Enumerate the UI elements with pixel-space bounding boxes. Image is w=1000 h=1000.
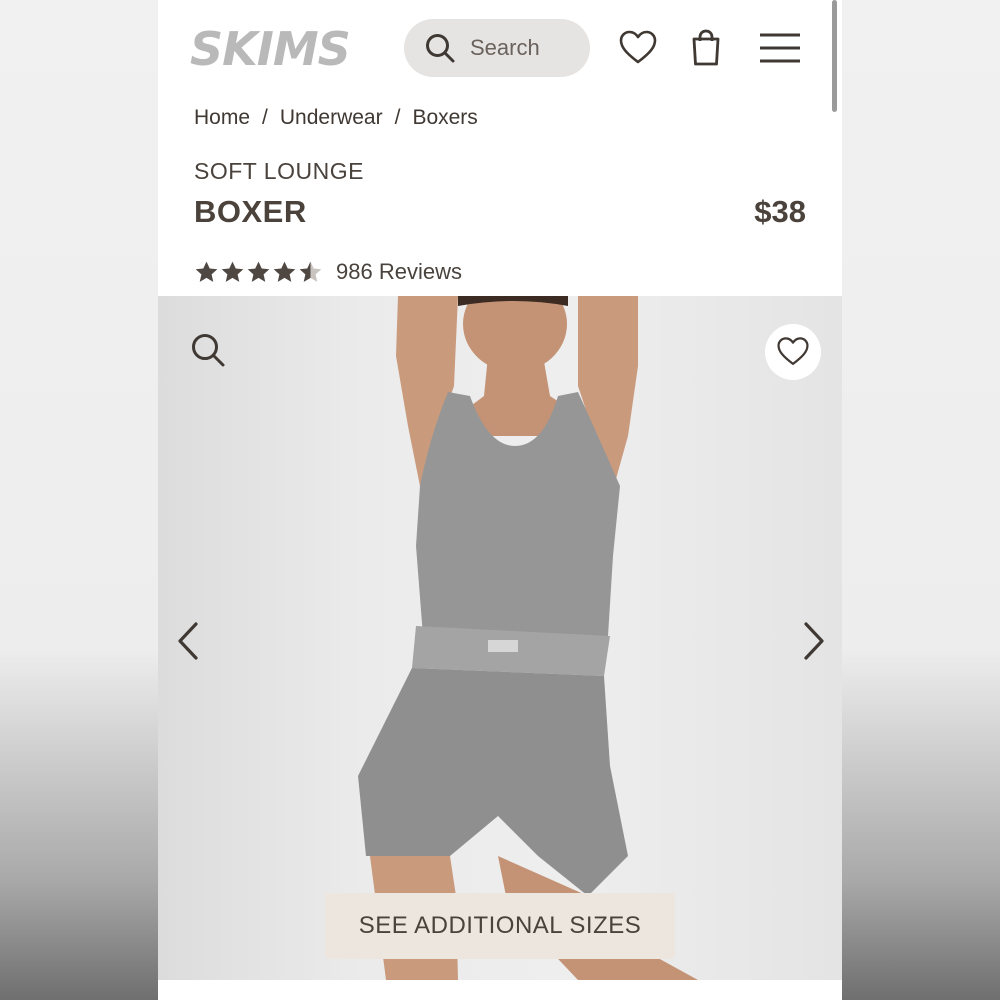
brand-wordmark: SKIMS bbox=[190, 22, 350, 72]
breadcrumb-home[interactable]: Home bbox=[194, 106, 250, 129]
add-to-wishlist-button[interactable] bbox=[765, 324, 821, 380]
breadcrumb-boxers[interactable]: Boxers bbox=[412, 106, 477, 129]
heart-icon bbox=[777, 337, 809, 366]
next-image-button[interactable] bbox=[796, 620, 830, 662]
product-price: $38 bbox=[754, 194, 806, 229]
previous-image-button[interactable] bbox=[172, 620, 206, 662]
breadcrumb-separator: / bbox=[394, 106, 401, 129]
star-icon bbox=[247, 261, 270, 282]
product-rating[interactable]: 986 Reviews bbox=[194, 259, 462, 285]
left-backdrop bbox=[0, 0, 160, 1000]
rating-stars bbox=[194, 260, 324, 285]
product-title: BOXER bbox=[194, 194, 307, 229]
breadcrumb-separator: / bbox=[262, 106, 268, 129]
cart-button[interactable] bbox=[686, 28, 726, 68]
half-star-icon bbox=[299, 261, 322, 282]
menu-button[interactable] bbox=[758, 28, 802, 68]
zoom-icon[interactable] bbox=[188, 330, 228, 370]
right-backdrop bbox=[842, 0, 1000, 1000]
breadcrumb: Home / Underwear / Boxers bbox=[194, 106, 478, 130]
product-image-carousel[interactable]: SEE ADDITIONAL SIZES bbox=[158, 296, 842, 980]
star-icon bbox=[221, 261, 244, 282]
star-icon bbox=[273, 261, 296, 282]
chevron-right-icon bbox=[804, 622, 824, 660]
search-bar[interactable]: Search bbox=[404, 19, 590, 77]
search-icon bbox=[426, 34, 455, 63]
menu-icon bbox=[760, 33, 800, 63]
shopping-bag-icon bbox=[692, 29, 720, 66]
phone-screen: SKIMS Search Home / Underwear / Boxers SO bbox=[158, 0, 842, 1000]
product-photo bbox=[358, 296, 698, 980]
chevron-left-icon bbox=[178, 622, 198, 660]
wishlist-button[interactable] bbox=[618, 28, 658, 68]
product-collection: SOFT LOUNGE bbox=[194, 158, 364, 184]
search-placeholder: Search bbox=[470, 35, 540, 60]
breadcrumb-underwear[interactable]: Underwear bbox=[280, 106, 383, 129]
heart-icon bbox=[619, 30, 657, 64]
review-count[interactable]: 986 Reviews bbox=[336, 259, 462, 285]
see-additional-sizes-button[interactable]: SEE ADDITIONAL SIZES bbox=[325, 893, 675, 959]
star-icon bbox=[195, 261, 218, 282]
skims-logo[interactable]: SKIMS bbox=[188, 20, 360, 72]
scrollbar[interactable] bbox=[832, 0, 837, 112]
